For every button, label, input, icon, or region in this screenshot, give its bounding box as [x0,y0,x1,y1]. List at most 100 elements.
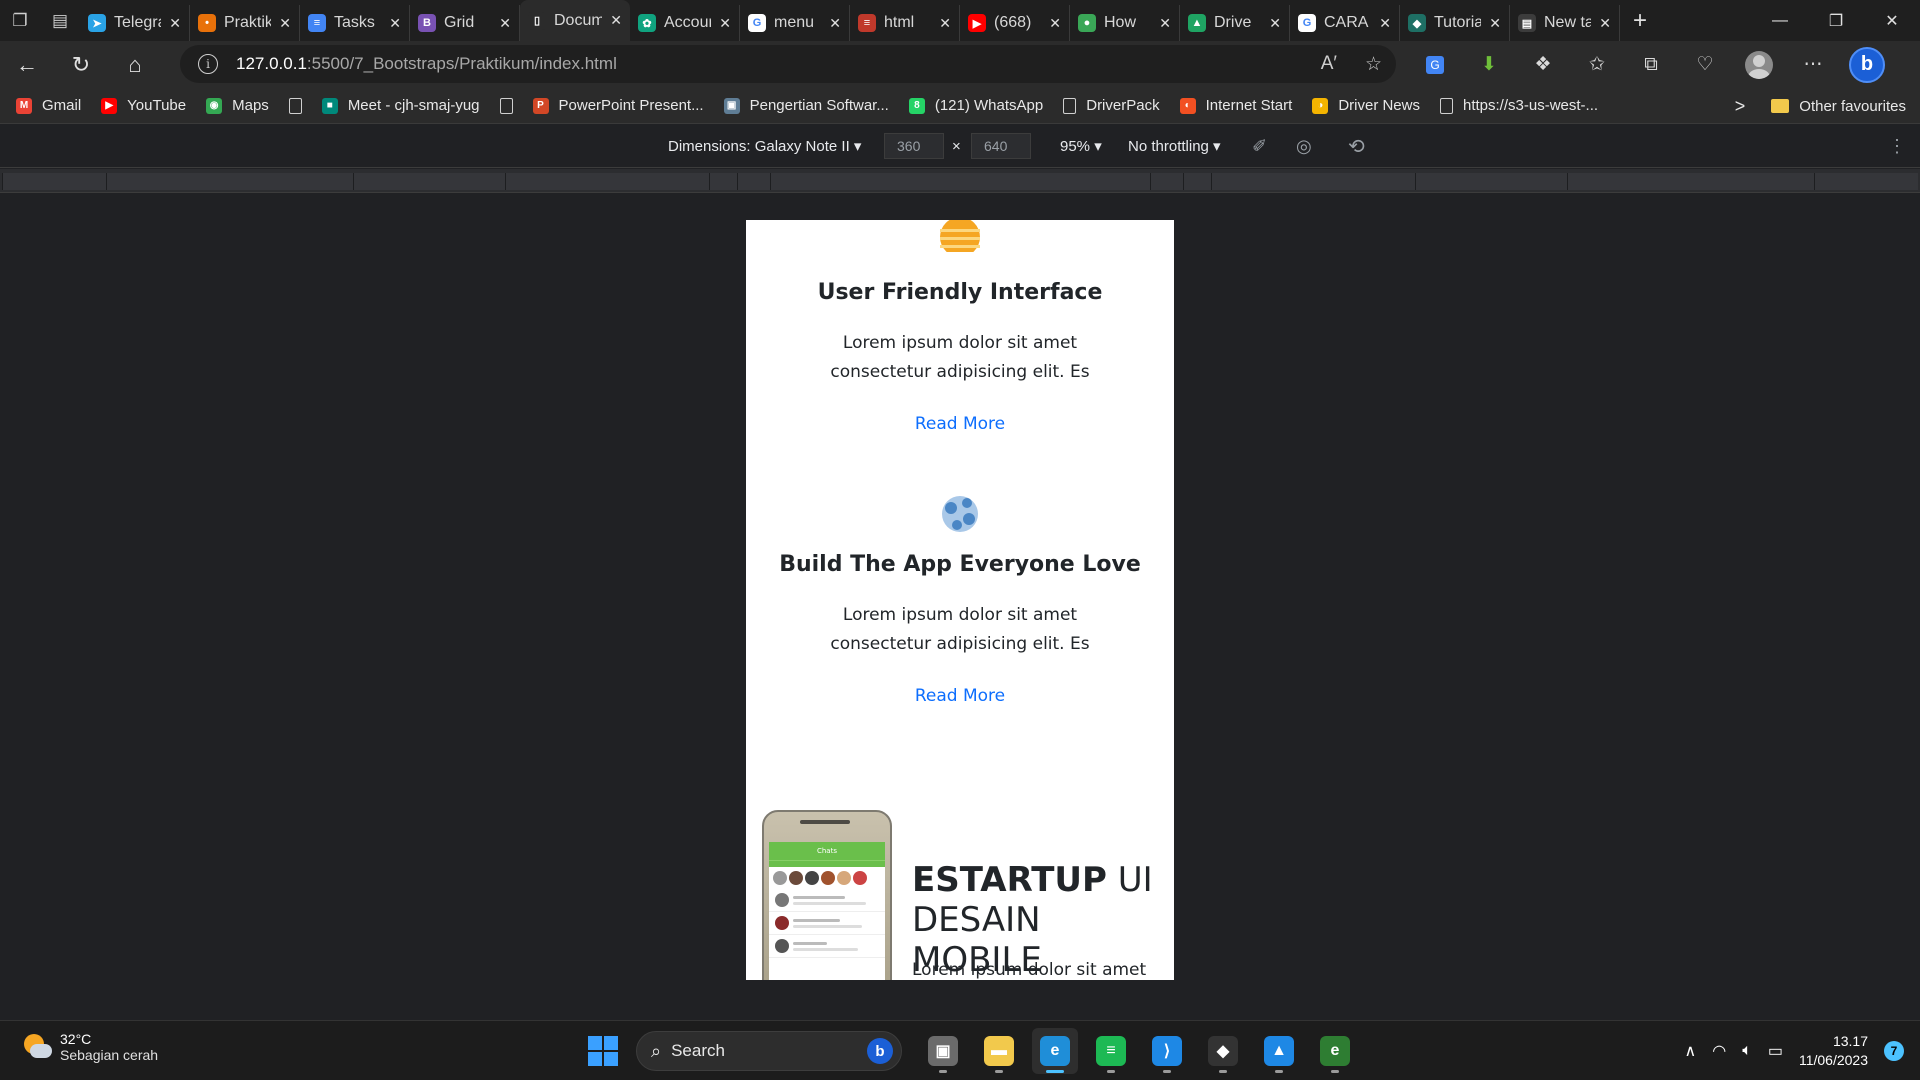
browser-tab[interactable]: ≡ Tasks ✕ [300,5,410,41]
browser-tab[interactable]: ▲ Drive ✕ [1180,5,1290,41]
bookmark-item[interactable]: P PowerPoint Present... [532,97,704,114]
taskbar-app-file-explorer[interactable]: ▬ [976,1028,1022,1074]
bookmark-item[interactable]: DriverPack [1063,97,1160,114]
taskbar-app-edge-dev[interactable]: e [1312,1028,1358,1074]
tab-close-icon[interactable]: ✕ [610,12,622,29]
browser-tab[interactable]: ● How ✕ [1070,5,1180,41]
tab-close-icon[interactable]: ✕ [279,15,291,32]
taskbar-search[interactable]: ⌕ Search b [636,1031,902,1071]
browser-tab[interactable]: G CARA ✕ [1290,5,1400,41]
taskbar-app-inkscape[interactable]: ◆ [1200,1028,1246,1074]
eye-icon[interactable]: ◎ [1296,124,1312,168]
media-query-segment[interactable] [1814,173,1918,190]
bing-chat-icon[interactable]: b [1840,45,1894,85]
media-query-segment[interactable] [2,173,106,190]
media-query-segment[interactable] [1150,173,1183,190]
restore-button[interactable]: ❐ [1808,0,1864,41]
device-toolbar-menu-icon[interactable]: ⋮ [1888,124,1906,168]
media-query-segment[interactable] [1567,173,1814,190]
extensions-icon[interactable]: ❖ [1516,45,1570,85]
tab-close-icon[interactable]: ✕ [1489,15,1501,32]
read-more-link[interactable]: Read More [915,414,1005,434]
tab-close-icon[interactable]: ✕ [1599,15,1611,32]
address-bar[interactable]: i 127.0.0.1 :5500/7_Bootstraps/Praktikum… [180,45,1396,83]
performance-icon[interactable]: ♡ [1678,45,1732,85]
taskbar-app-photos[interactable]: ▲ [1256,1028,1302,1074]
browser-tab[interactable]: ▶ (668) ✕ [960,5,1070,41]
show-hidden-icons-chevron-icon[interactable]: ∧ [1685,1041,1697,1061]
media-query-segment[interactable] [770,173,1150,190]
notification-badge[interactable]: 7 [1884,1041,1904,1061]
back-button[interactable]: ← [0,45,54,85]
media-query-segment[interactable] [505,173,709,190]
battery-icon[interactable]: ▭ [1768,1041,1783,1061]
tab-close-icon[interactable]: ✕ [1269,15,1281,32]
tab-close-icon[interactable]: ✕ [829,15,841,32]
more-menu-icon[interactable]: ⋯ [1786,45,1840,85]
bookmark-item[interactable]: ◐ Internet Start [1179,97,1292,114]
media-query-segment[interactable] [1211,173,1415,190]
media-query-segment[interactable] [709,173,737,190]
taskbar-app-spotify[interactable]: ≡ [1088,1028,1134,1074]
taskbar-app-edge[interactable]: e [1032,1028,1078,1074]
favorite-star-icon[interactable]: ☆ [1365,53,1382,76]
vertical-tabs-icon[interactable]: ▤ [40,3,80,39]
more-bookmarks-chevron-icon[interactable]: > [1735,96,1746,117]
profile-avatar[interactable] [1732,45,1786,85]
browser-tab[interactable]: ➤ Telegram ✕ [80,5,190,41]
new-tab-button[interactable]: + [1620,3,1660,39]
translate-icon[interactable]: G [1408,45,1462,85]
browser-tab[interactable]: ≡ html ✕ [850,5,960,41]
start-button[interactable] [580,1028,626,1074]
device-select[interactable]: Dimensions: Galaxy Note II ▾ [668,124,861,168]
home-button[interactable]: ⌂ [108,45,162,85]
width-input[interactable] [884,133,944,159]
media-query-segment[interactable] [353,173,505,190]
tab-close-icon[interactable]: ✕ [1379,15,1391,32]
bookmark-item[interactable]: ■ Meet - cjh-smaj-yug [321,97,480,114]
height-input[interactable] [971,133,1031,159]
tab-close-icon[interactable]: ✕ [169,15,181,32]
throttling-select[interactable]: No throttling ▾ [1128,124,1221,168]
tab-close-icon[interactable]: ✕ [1049,15,1061,32]
zoom-select[interactable]: 95% ▾ [1060,124,1102,168]
browser-tab[interactable]: ◆ Tutorial ✕ [1400,5,1510,41]
tab-close-icon[interactable]: ✕ [389,15,401,32]
close-window-button[interactable]: ✕ [1864,0,1920,41]
media-query-segment[interactable] [1415,173,1567,190]
bookmark-item[interactable]: ▣ Pengertian Softwar... [723,97,889,114]
bookmark-item[interactable] [499,97,513,114]
bookmark-item[interactable]: ◉ Maps [206,97,269,114]
volume-icon[interactable]: 🔈︎ [1742,1042,1752,1060]
browser-tab[interactable]: • Praktikum ✕ [190,5,300,41]
media-query-segment[interactable] [1183,173,1211,190]
favorites-icon[interactable]: ✩ [1570,45,1624,85]
download-icon[interactable]: ⬇ [1462,45,1516,85]
collections-icon[interactable]: ⧉ [1624,45,1678,85]
clock[interactable]: 13.17 11/06/2023 [1799,1032,1868,1070]
refresh-button[interactable]: ↻ [54,45,108,85]
bookmark-item[interactable]: 8 (121) WhatsApp [908,97,1043,114]
workspaces-icon[interactable]: ❐ [0,3,40,39]
site-info-icon[interactable]: i [198,54,218,74]
media-query-segment[interactable] [737,173,770,190]
bookmark-item[interactable]: https://s3-us-west-... [1440,97,1598,114]
browser-tab[interactable]: ▯ Document ✕ [520,0,630,41]
tab-close-icon[interactable]: ✕ [939,15,951,32]
bookmark-item[interactable]: ◑ Driver News [1312,97,1420,114]
taskbar-app-task-view[interactable]: ▣ [920,1028,966,1074]
wifi-icon[interactable]: ◠ [1712,1041,1726,1061]
weather-widget[interactable]: 32°C Sebagian cerah [20,1031,158,1063]
minimize-button[interactable]: — [1752,0,1808,41]
tab-close-icon[interactable]: ✕ [719,15,731,32]
browser-tab[interactable]: ✿ Account ✕ [630,5,740,41]
browser-tab[interactable]: Gmenu ✕ [740,5,850,41]
bookmark-item[interactable]: ▶ YouTube [101,97,186,114]
other-favourites-folder[interactable]: Other favourites [1771,98,1906,115]
rotate-icon[interactable]: ⟲ [1348,124,1365,168]
tab-close-icon[interactable]: ✕ [499,15,511,32]
bookmark-item[interactable] [288,97,302,114]
tab-close-icon[interactable]: ✕ [1159,15,1171,32]
read-aloud-icon[interactable]: A′ [1321,53,1337,75]
taskbar-app-vscode[interactable]: ⟩ [1144,1028,1190,1074]
